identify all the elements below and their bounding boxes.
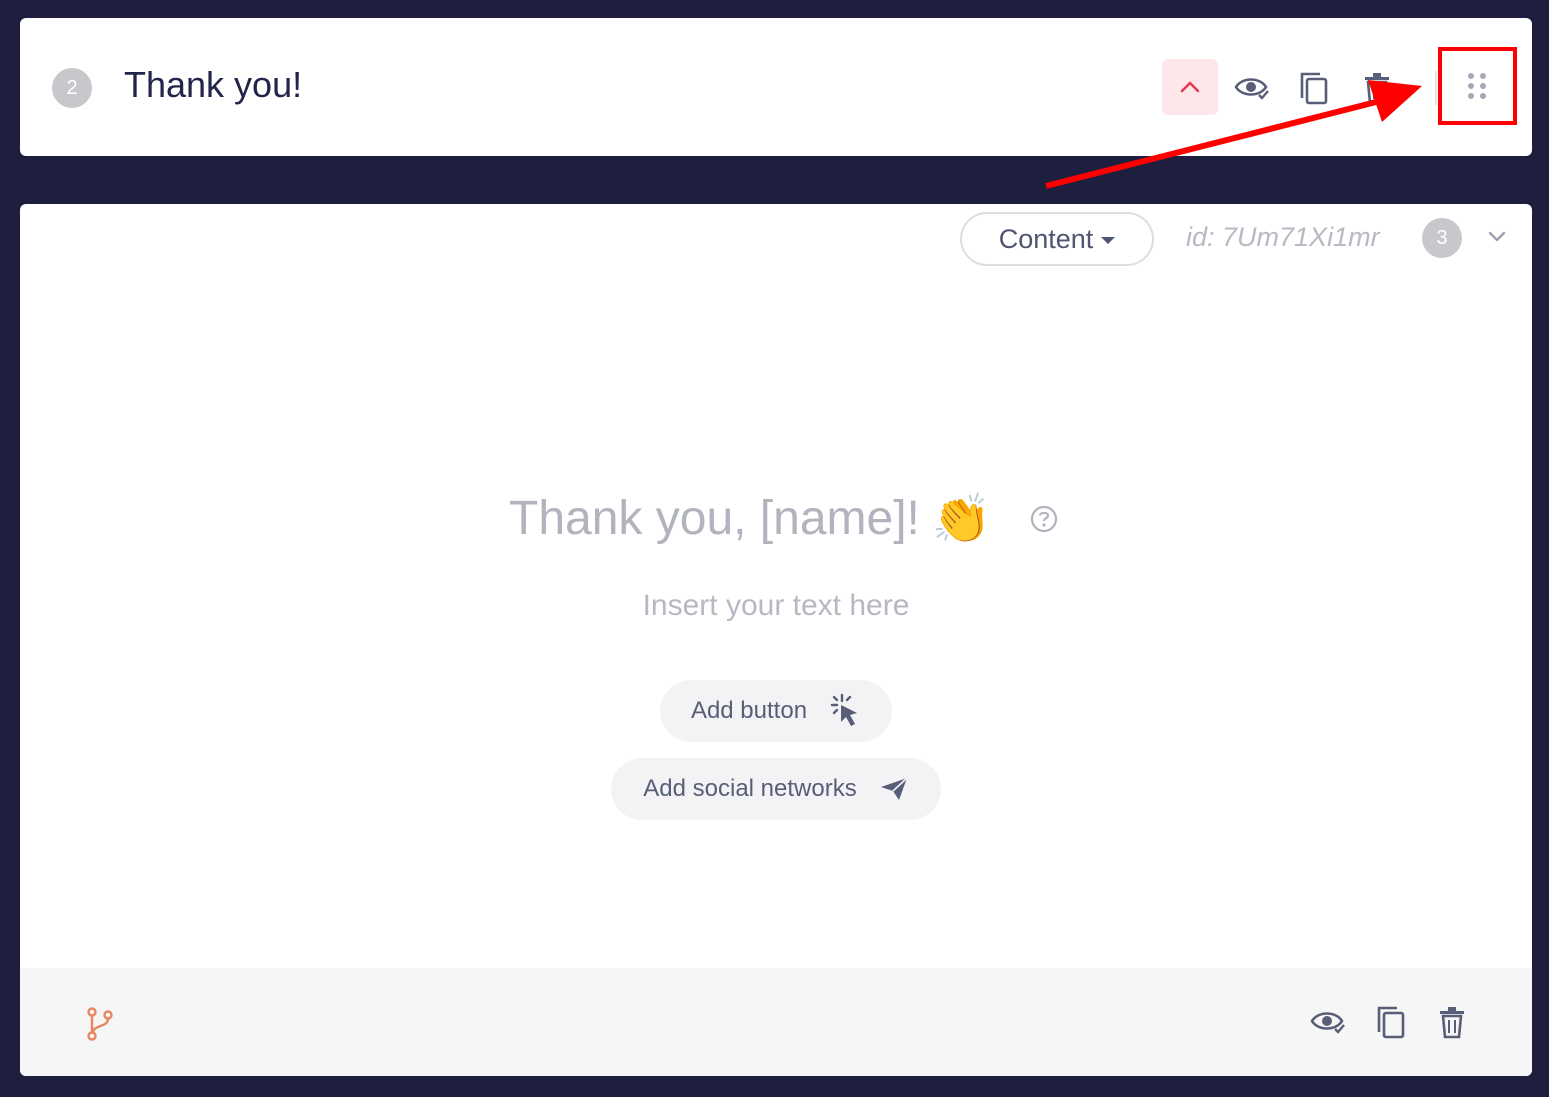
branching-logic-button[interactable] bbox=[84, 1006, 116, 1042]
delete-button[interactable] bbox=[1360, 68, 1394, 108]
delete-button[interactable] bbox=[1436, 1002, 1468, 1042]
preview-button[interactable] bbox=[1232, 70, 1272, 106]
copy-icon bbox=[1377, 1006, 1405, 1039]
add-button-button[interactable]: Add button bbox=[660, 680, 892, 742]
step-number-badge: 2 bbox=[52, 68, 92, 108]
expand-button[interactable] bbox=[1482, 222, 1512, 252]
screen-title[interactable]: Thank you! bbox=[124, 64, 302, 106]
paper-plane-icon bbox=[880, 777, 908, 800]
drag-dots-icon bbox=[1468, 73, 1486, 99]
help-icon[interactable] bbox=[1029, 504, 1059, 534]
eye-check-icon bbox=[1234, 78, 1269, 100]
screen-card-thank-you: 2 Thank you! bbox=[20, 18, 1532, 156]
content-type-dropdown[interactable]: Content bbox=[960, 212, 1154, 266]
block-footer bbox=[20, 968, 1532, 1076]
add-social-label: Add social networks bbox=[643, 775, 857, 802]
trash-icon bbox=[1365, 73, 1389, 105]
caret-down-icon bbox=[1101, 236, 1116, 244]
block-id: id: 7Um71Xi1mr bbox=[1186, 222, 1380, 252]
drag-handle[interactable] bbox=[1458, 66, 1496, 106]
eye-check-icon bbox=[1310, 1012, 1345, 1034]
chevron-up-icon bbox=[1180, 81, 1200, 93]
add-button-label: Add button bbox=[690, 697, 808, 724]
add-social-networks-button[interactable]: Add social networks bbox=[611, 758, 941, 820]
trash-icon bbox=[1440, 1007, 1464, 1039]
content-type-label: Content bbox=[998, 223, 1094, 254]
heading-text: Thank you, [name]! bbox=[509, 492, 920, 545]
body-text-placeholder[interactable]: Insert your text here bbox=[20, 589, 1532, 623]
preview-button[interactable] bbox=[1310, 1004, 1346, 1040]
step-number-badge: 3 bbox=[1422, 218, 1462, 258]
duplicate-button[interactable] bbox=[1374, 1002, 1408, 1042]
toolbar-divider bbox=[1435, 71, 1437, 105]
collapse-button[interactable] bbox=[1162, 59, 1218, 115]
thank-you-heading[interactable]: Thank you, [name]! 👏 bbox=[20, 490, 1532, 547]
thank-you-block-card: Content id: 7Um71Xi1mr 3 Thank you, [nam… bbox=[20, 204, 1532, 1076]
copy-icon bbox=[1300, 72, 1328, 105]
branch-icon bbox=[87, 1007, 113, 1041]
duplicate-button[interactable] bbox=[1296, 68, 1332, 108]
cursor-click-icon bbox=[830, 693, 858, 726]
clapping-hands-icon: 👏 bbox=[931, 493, 992, 546]
chevron-down-icon bbox=[1488, 231, 1506, 242]
